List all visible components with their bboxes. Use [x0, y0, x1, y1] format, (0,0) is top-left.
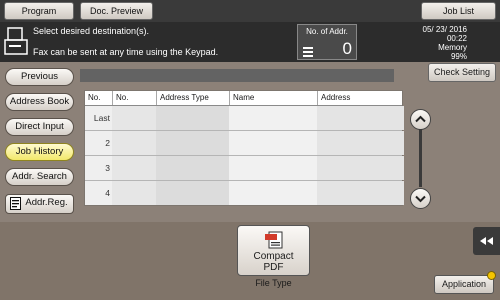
job-list-tab[interactable]: Job List	[421, 2, 496, 20]
application-button[interactable]: Application	[434, 275, 494, 294]
address-book-button[interactable]: Address Book	[5, 93, 74, 111]
time-text: 00:22	[446, 34, 467, 43]
collapse-panel-button[interactable]	[473, 227, 500, 255]
header-no: No.	[88, 93, 101, 102]
address-register-icon	[10, 197, 21, 210]
table-header: No. No. Address Type Name Address	[85, 91, 402, 106]
header-no-2: No.	[112, 91, 156, 105]
memory-label: Memory	[438, 43, 467, 52]
file-type-value-line2: PDF	[263, 262, 284, 273]
datetime-memory: 05/ 23/ 2016 00:22 Memory 99%	[423, 25, 467, 61]
status-bar: Select desired destination(s). Fax can b…	[0, 22, 500, 62]
row-cell	[112, 106, 156, 130]
row-cell	[229, 181, 317, 205]
rewind-icon	[480, 237, 493, 245]
row-cell	[156, 156, 229, 180]
row-number: 2	[85, 131, 112, 155]
table-row[interactable]: 3	[85, 156, 404, 181]
info-message: Fax can be sent at any time using the Ke…	[33, 47, 219, 57]
top-tab-bar: Program Doc. Preview Job List	[0, 0, 500, 22]
check-setting-button[interactable]: Check Setting	[428, 63, 496, 82]
job-history-button[interactable]: Job History	[5, 143, 74, 161]
row-cell	[229, 106, 317, 130]
row-cell	[229, 156, 317, 180]
addr-search-button[interactable]: Addr. Search	[5, 168, 74, 186]
row-cell	[317, 181, 404, 205]
header-address-type: Address Type	[156, 91, 229, 105]
job-history-table: No. No. Address Type Name Address Last 2…	[84, 90, 404, 206]
program-tab[interactable]: Program	[4, 2, 74, 20]
row-cell	[156, 131, 229, 155]
row-cell	[112, 156, 156, 180]
chevron-down-icon	[415, 195, 426, 203]
address-count-label: No. of Addr.	[306, 27, 348, 36]
chevron-up-icon	[415, 115, 426, 123]
row-number: 4	[85, 181, 112, 205]
row-cell	[112, 131, 156, 155]
row-number: Last	[85, 106, 112, 130]
doc-preview-tab[interactable]: Doc. Preview	[80, 2, 153, 20]
row-cell	[317, 156, 404, 180]
direct-input-button[interactable]: Direct Input	[5, 118, 74, 136]
fax-document-icon	[4, 27, 28, 55]
date-text: 05/ 23/ 2016	[422, 25, 467, 34]
memory-value: 99%	[450, 52, 467, 61]
row-cell	[156, 181, 229, 205]
scroll-down-button[interactable]	[410, 188, 431, 209]
row-cell	[156, 106, 229, 130]
pdf-file-icon	[265, 231, 283, 249]
addr-reg-label: Addr.Reg.	[25, 197, 68, 208]
notification-dot-icon	[487, 271, 496, 280]
file-type-label: File Type	[255, 278, 292, 288]
header-name: Name	[229, 91, 317, 105]
compact-pdf-button[interactable]: Compact PDF	[237, 225, 310, 276]
header-address: Address	[317, 91, 404, 105]
list-icon	[303, 47, 313, 57]
address-count-value: 0	[342, 39, 352, 58]
address-count-box: No. of Addr. 0	[297, 24, 357, 60]
row-number: 3	[85, 156, 112, 180]
scrollbar-track[interactable]	[419, 129, 422, 187]
row-cell	[317, 131, 404, 155]
table-row[interactable]: 2	[85, 131, 404, 156]
row-cell	[112, 181, 156, 205]
table-row[interactable]: 4	[85, 181, 404, 206]
previous-button[interactable]: Previous	[5, 68, 74, 86]
row-cell	[229, 131, 317, 155]
row-cell	[317, 106, 404, 130]
addr-reg-button[interactable]: Addr.Reg.	[5, 194, 74, 214]
scroll-up-button[interactable]	[410, 109, 431, 130]
instruction-message: Select desired destination(s).	[33, 26, 150, 36]
table-row[interactable]: Last	[85, 106, 404, 131]
search-filter-bar	[80, 69, 394, 82]
file-type-value-line1: Compact	[253, 251, 294, 262]
